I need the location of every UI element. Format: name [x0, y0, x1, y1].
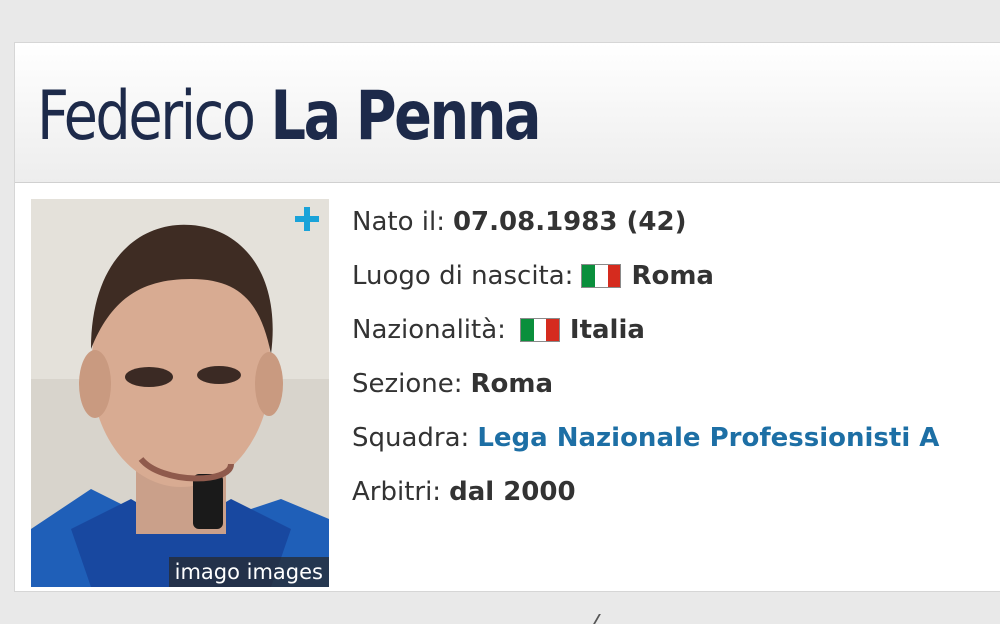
- nationality-label: Nazionalità:: [352, 315, 506, 345]
- birthplace-value: Roma: [631, 261, 714, 291]
- detail-row-born: Nato il: 07.08.1983 (42): [352, 195, 939, 249]
- referee-since-value: dal 2000: [449, 477, 576, 507]
- nationality-value: Italia: [569, 315, 645, 345]
- first-name: Federico: [37, 77, 256, 156]
- referee-photo-image: [31, 199, 329, 587]
- team-label: Squadra:: [352, 423, 470, 453]
- referee-details: Nato il: 07.08.1983 (42) Luogo di nascit…: [352, 195, 939, 519]
- referee-photo[interactable]: imago images: [31, 199, 329, 587]
- referee-label: Arbitri:: [352, 477, 442, 507]
- italy-flag-icon: [519, 318, 560, 342]
- birthplace-label: Luogo di nascita:: [352, 261, 574, 291]
- detail-row-nationality: Nazionalità: Italia: [352, 303, 939, 357]
- section-label: Sezione:: [352, 369, 463, 399]
- detail-row-referee: Arbitri: dal 2000: [352, 465, 939, 519]
- italy-flag-icon: [581, 264, 622, 288]
- born-value: 07.08.1983 (42): [452, 207, 687, 237]
- detail-row-section: Sezione: Roma: [352, 357, 939, 411]
- section-value: Roma: [470, 369, 554, 399]
- detail-row-team: Squadra: Lega Nazionale Professionisti A: [352, 411, 939, 465]
- team-link[interactable]: Lega Nazionale Professionisti A: [477, 423, 939, 453]
- profile-header: Federico La Penna: [15, 43, 1000, 183]
- page-title: Federico La Penna: [37, 77, 542, 157]
- last-name: La Penna: [270, 77, 542, 156]
- born-label: Nato il:: [352, 207, 445, 237]
- detail-row-birthplace: Luogo di nascita: Roma: [352, 249, 939, 303]
- referee-profile-card: Federico La Penna imago images Nato il: …: [14, 42, 1000, 592]
- photo-credit: imago images: [168, 557, 329, 587]
- plus-icon[interactable]: [291, 203, 323, 235]
- decorative-mark: [593, 614, 609, 624]
- page: Federico La Penna imago images Nato il: …: [0, 0, 1000, 624]
